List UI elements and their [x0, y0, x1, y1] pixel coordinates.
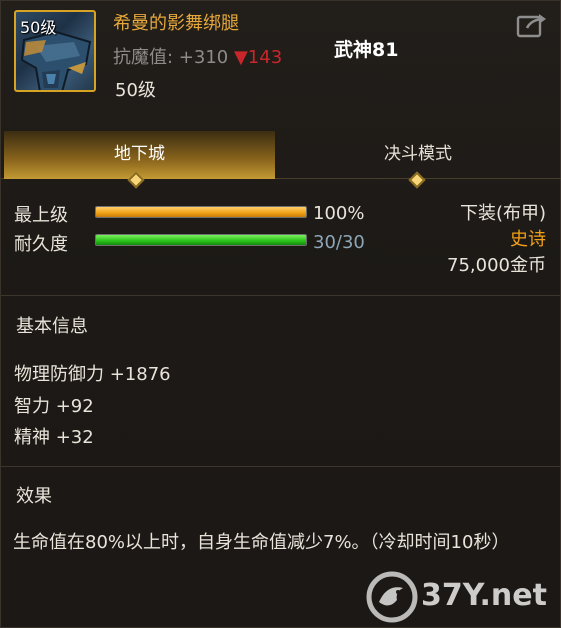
rarity-label: 史诗 — [510, 229, 546, 250]
durability-progress-bar — [95, 234, 307, 246]
item-tooltip-panel: 50级 希曼的影舞绑腿 抗魔值: +310 ▼143 武神81 50级 地下城 … — [0, 0, 561, 628]
resist-value: 抗魔值: +310 ▼143 — [113, 43, 282, 69]
divider — [1, 295, 561, 296]
tab-dungeon[interactable]: 地下城 — [4, 131, 275, 179]
stat-physical-defense: 物理防御力 +1876 — [14, 364, 171, 385]
durability-label: 耐久度 — [14, 234, 68, 255]
site-watermark: 37Y.net — [365, 568, 555, 626]
title-label: 武神81 — [334, 39, 399, 61]
share-export-icon — [516, 14, 546, 38]
durability-progress-fill — [96, 235, 306, 245]
stat-intelligence: 智力 +92 — [14, 396, 94, 417]
share-button[interactable] — [515, 11, 549, 39]
item-level: 50级 — [115, 80, 156, 101]
bird-logo-icon — [366, 571, 418, 623]
item-header: 50级 希曼的影舞绑腿 抗魔值: +310 ▼143 武神81 50级 — [1, 1, 561, 113]
item-name: 希曼的影舞绑腿 — [113, 13, 239, 34]
equipment-slot: 下装(布甲) — [459, 203, 546, 224]
durability-value: 30/30 — [313, 232, 365, 253]
resist-delta: ▼143 — [233, 47, 283, 68]
item-icon: 50级 — [14, 10, 96, 92]
upgrade-label: 最上级 — [14, 205, 68, 226]
item-level-badge: 50级 — [20, 18, 57, 37]
watermark-text: 37Y.net — [421, 578, 547, 613]
stat-spirit: 精神 +32 — [14, 427, 94, 448]
upgrade-progress-bar — [95, 206, 307, 218]
upgrade-value: 100% — [313, 203, 365, 224]
sell-price: 75,000金币 — [447, 255, 546, 276]
upgrade-progress-fill — [96, 207, 306, 217]
divider — [1, 466, 561, 467]
effect-title: 效果 — [16, 486, 52, 507]
basic-info-title: 基本信息 — [16, 316, 88, 337]
effect-description: 生命值在80%以上时，自身生命值减少7%。（冷却时间10秒） — [13, 532, 510, 553]
resist-label: 抗魔值: +310 — [113, 47, 229, 68]
mode-tabs: 地下城 决斗模式 — [1, 131, 561, 179]
